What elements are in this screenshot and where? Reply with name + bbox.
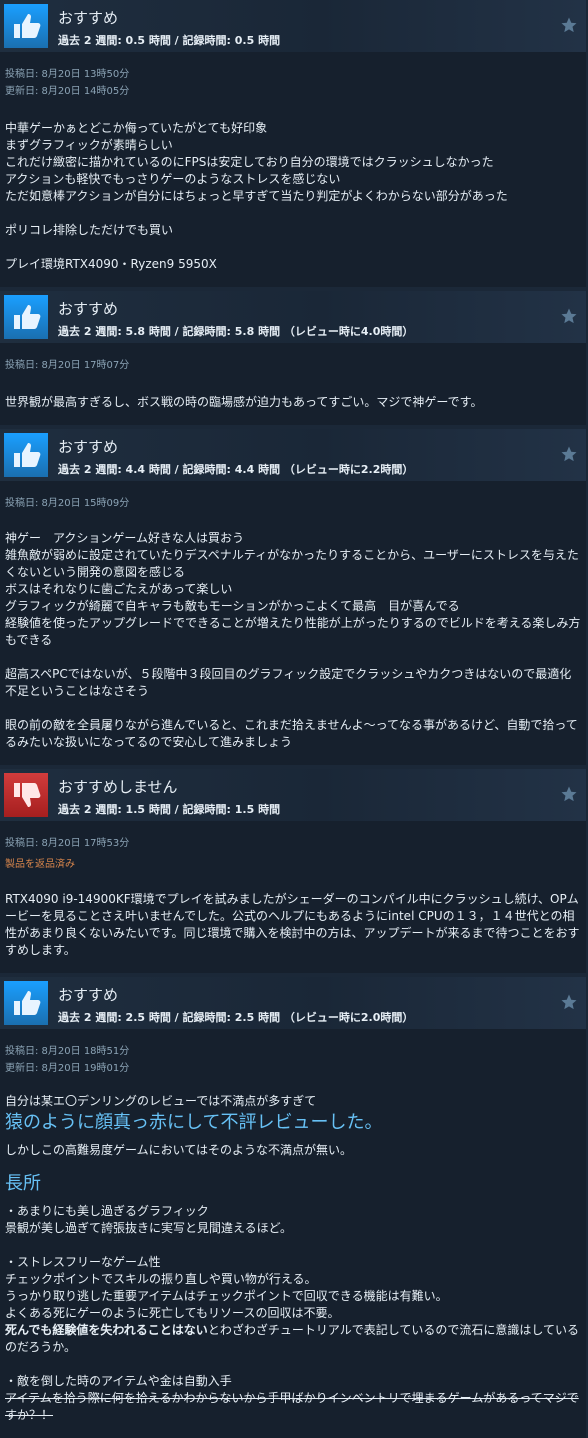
- verdict-label: おすすめ: [58, 9, 119, 27]
- review-header[interactable]: おすすめ 過去 2 週間: 2.5 時間 / 記録時間: 2.5 時間 （レビュ…: [0, 977, 586, 1029]
- award-star-icon[interactable]: [560, 445, 578, 463]
- verdict-label: おすすめ: [58, 438, 119, 456]
- strikethrough-text: アイテムを拾う際に何を拾えるかわからないから手甲ばかりインベントリで埋まるゲーム…: [5, 1391, 579, 1422]
- playtime-info: 過去 2 週間: 0.5 時間 / 記録時間: 0.5 時間: [58, 34, 281, 47]
- posted-date: 投稿日: 8月20日 18時51分: [5, 1046, 130, 1057]
- review-header[interactable]: おすすめ 過去 2 週間: 4.4 時間 / 記録時間: 4.4 時間 （レビュ…: [0, 429, 586, 481]
- review-line: 死んでも経験値を失われることはないとわざわざチュートリアルで表記しているので流石…: [5, 1322, 581, 1356]
- award-star-icon[interactable]: [560, 993, 578, 1011]
- playtime-info: 過去 2 週間: 2.5 時間 / 記録時間: 2.5 時間 （レビュー時に2.…: [58, 1011, 414, 1024]
- thumbs-up-icon: [4, 295, 48, 339]
- verdict-label: おすすめしません: [58, 778, 178, 796]
- review-line: うっかり取り逃した重要アイテムはチェックポイントで回収できる機能は有難い。: [5, 1289, 448, 1303]
- review-line: 景観が美し過ぎて誇張抜きに実写と見間違えるほど。: [5, 1221, 293, 1235]
- playtime-info: 過去 2 週間: 5.8 時間 / 記録時間: 5.8 時間 （レビュー時に4.…: [58, 325, 414, 338]
- review-card: おすすめしません 過去 2 週間: 1.5 時間 / 記録時間: 1.5 時間 …: [0, 769, 586, 973]
- review-line: 超高スペPCではないが、５段階中３段回目のグラフィック設定でクラッシュやカクつき…: [5, 667, 572, 698]
- refund-notice: 製品を返品済み: [5, 859, 75, 870]
- award-star-icon[interactable]: [560, 785, 578, 803]
- verdict-label: おすすめ: [58, 300, 119, 318]
- review-line: 経験値を使ったアップグレードでできることが増えたり性能が上がったりするのでビルド…: [5, 616, 581, 647]
- review-line: RTX4090 i9-14900KF環境でプレイを試みましたがシェーダーのコンパ…: [5, 892, 580, 957]
- updated-date: 更新日: 8月20日 19時01分: [5, 1063, 130, 1074]
- review-header[interactable]: おすすめ 過去 2 週間: 5.8 時間 / 記録時間: 5.8 時間 （レビュ…: [0, 291, 586, 343]
- review-line: ボスはそれなりに歯ごたえがあって楽しい: [5, 582, 233, 596]
- bold-text: 死んでも経験値を失われることはない: [5, 1323, 208, 1337]
- posted-date: 投稿日: 8月20日 13時50分: [5, 69, 130, 80]
- thumbs-up-icon: [4, 981, 48, 1025]
- posted-date: 投稿日: 8月20日 17時53分: [5, 838, 130, 849]
- posted-date: 投稿日: 8月20日 15時09分: [5, 498, 130, 509]
- review-text: 世界観が最高すぎるし、ボス戦の時の臨場感が迫力もあってすごい。マジで神ゲーです。: [0, 374, 586, 425]
- playtime-info: 過去 2 週間: 4.4 時間 / 記録時間: 4.4 時間 （レビュー時に2.…: [58, 463, 414, 476]
- review-dates: 投稿日: 8月20日 15時09分: [0, 481, 586, 512]
- review-line: ・あまりにも美し過ぎるグラフィック: [5, 1204, 209, 1218]
- review-line: チェックポイントでスキルの振り直しや買い物が行える。: [5, 1272, 317, 1286]
- review-card: おすすめ 過去 2 週間: 0.5 時間 / 記録時間: 0.5 時間 投稿日:…: [0, 0, 586, 287]
- review-text: 神ゲー アクションゲーム好きな人は買おう 雑魚敵が弱めに設定されていたりデスペナ…: [0, 512, 586, 765]
- verdict-label: おすすめ: [58, 986, 119, 1004]
- review-line: まずグラフィックが素晴らしい: [5, 138, 173, 152]
- review-line: 雑魚敵が弱めに設定されていたりデスペナルティがなかったりすることから、ユーザーに…: [5, 548, 579, 579]
- review-text: RTX4090 i9-14900KF環境でプレイを試みましたがシェーダーのコンパ…: [0, 873, 586, 973]
- review-line: しかしこの高難易度ゲームにおいてはそのような不満点が無い。: [5, 1143, 353, 1157]
- review-line: ・敵を倒した時のアイテムや金は自動入手: [5, 1374, 232, 1388]
- review-line: ただ如意棒アクションが自分にはちょっと早すぎて当たり判定がよくわからない部分があ…: [5, 189, 508, 203]
- review-line: ・ストレスフリーなゲーム性: [5, 1255, 161, 1269]
- review-dates: 投稿日: 8月20日 13時50分 更新日: 8月20日 14時05分: [0, 52, 586, 100]
- review-card: おすすめ 過去 2 週間: 4.4 時間 / 記録時間: 4.4 時間 （レビュ…: [0, 429, 586, 765]
- review-line: これだけ緻密に描かれているのにFPSは安定しており自分の環境ではクラッシュしなか…: [5, 155, 494, 169]
- award-star-icon[interactable]: [560, 307, 578, 325]
- review-line: 神ゲー アクションゲーム好きな人は買おう: [5, 531, 245, 545]
- review-text: 自分は某エ〇デンリングのレビューでは不満点が多すぎて 猿のように顔真っ赤にして不…: [0, 1077, 586, 1438]
- review-card: おすすめ 過去 2 週間: 5.8 時間 / 記録時間: 5.8 時間 （レビュ…: [0, 291, 586, 425]
- playtime-info: 過去 2 週間: 1.5 時間 / 記録時間: 1.5 時間: [58, 803, 281, 816]
- emphasis-line: 猿のように顔真っ赤にして不評レビューした。: [5, 1112, 383, 1133]
- updated-date: 更新日: 8月20日 14時05分: [5, 86, 130, 97]
- review-line: よくある死にゲーのように死亡してもリソースの回収は不要。: [5, 1306, 340, 1320]
- review-line: プレイ環境RTX4090・Ryzen9 5950X: [5, 257, 217, 271]
- review-dates: 投稿日: 8月20日 17時53分 製品を返品済み: [0, 821, 586, 873]
- review-line: 世界観が最高すぎるし、ボス戦の時の臨場感が迫力もあってすごい。マジで神ゲーです。: [5, 395, 483, 409]
- review-line: ポリコレ排除しただけでも買い: [5, 223, 174, 237]
- award-star-icon[interactable]: [560, 16, 578, 34]
- review-line: 中華ゲーかぁとどこか侮っていたがとても好印象: [5, 121, 268, 135]
- review-line: グラフィックが綺麗で自キャラも敵もモーションがかっこよくて最高 目が喜んでる: [5, 599, 460, 613]
- thumbs-up-icon: [4, 433, 48, 477]
- posted-date: 投稿日: 8月20日 17時07分: [5, 360, 130, 371]
- thumbs-up-icon: [4, 4, 48, 48]
- review-line: 自分は某エ〇デンリングのレビューでは不満点が多すぎて: [5, 1094, 317, 1108]
- review-dates: 投稿日: 8月20日 18時51分 更新日: 8月20日 19時01分: [0, 1029, 586, 1077]
- review-header[interactable]: おすすめしません 過去 2 週間: 1.5 時間 / 記録時間: 1.5 時間: [0, 769, 586, 821]
- review-line: アクションも軽快でもっさりゲーのようなストレスを感じない: [5, 172, 341, 186]
- review-header[interactable]: おすすめ 過去 2 週間: 0.5 時間 / 記録時間: 0.5 時間: [0, 0, 586, 52]
- review-line: 眼の前の敵を全員屠りながら進んでいると、これまだ拾えませんよ～ってなる事があるけ…: [5, 718, 578, 749]
- review-text: 中華ゲーかぁとどこか侮っていたがとても好印象 まずグラフィックが素晴らしい これ…: [0, 100, 586, 287]
- review-dates: 投稿日: 8月20日 17時07分: [0, 343, 586, 374]
- thumbs-down-icon: [4, 773, 48, 817]
- section-heading: 長所: [5, 1173, 41, 1194]
- review-card: おすすめ 過去 2 週間: 2.5 時間 / 記録時間: 2.5 時間 （レビュ…: [0, 977, 586, 1438]
